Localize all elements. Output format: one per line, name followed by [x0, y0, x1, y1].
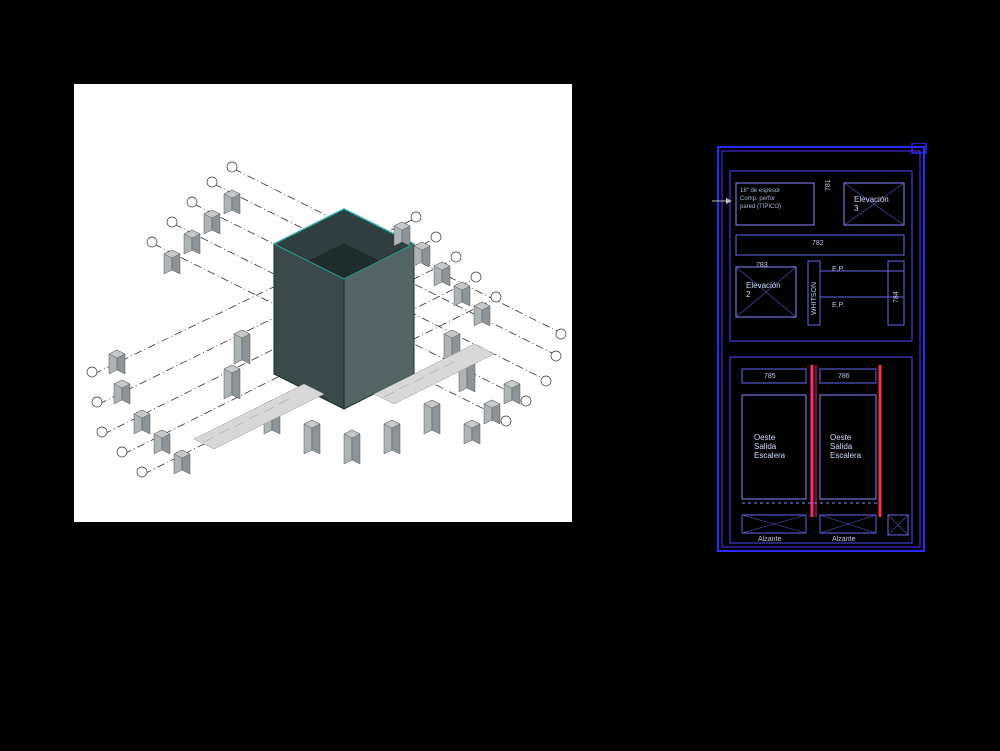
label-oeste-1: Oeste Salida Escalera: [754, 433, 785, 460]
label-ep1: E.P.: [832, 265, 844, 274]
label-elevacion-2: Elevación 2: [746, 281, 781, 299]
label-oeste-2: Oeste Salida Escalera: [830, 433, 861, 460]
label-786: 786: [838, 372, 850, 381]
stage: 18" de espesor Comp. perfor pared (TIPIC…: [0, 0, 1000, 751]
isometric-view-panel: [74, 84, 572, 522]
cad-sheet-panel: 18" de espesor Comp. perfor pared (TIPIC…: [712, 143, 930, 555]
note-line3: pared (TIPICO): [740, 203, 781, 212]
label-785: 785: [764, 372, 776, 381]
label-whitson: WHITSON: [810, 282, 819, 315]
isometric-drawing: [74, 84, 572, 522]
label-alzante-2: Alzante: [832, 535, 855, 544]
label-781: 781: [824, 179, 833, 191]
label-782: 782: [812, 239, 824, 248]
label-elevacion-3: Elevación 3: [854, 195, 889, 213]
label-alzante-1: Alzante: [758, 535, 781, 544]
label-783: 783: [756, 261, 768, 270]
core-box: [274, 209, 414, 409]
label-784: 784: [892, 291, 901, 303]
label-ep2: E.P.: [832, 301, 844, 310]
